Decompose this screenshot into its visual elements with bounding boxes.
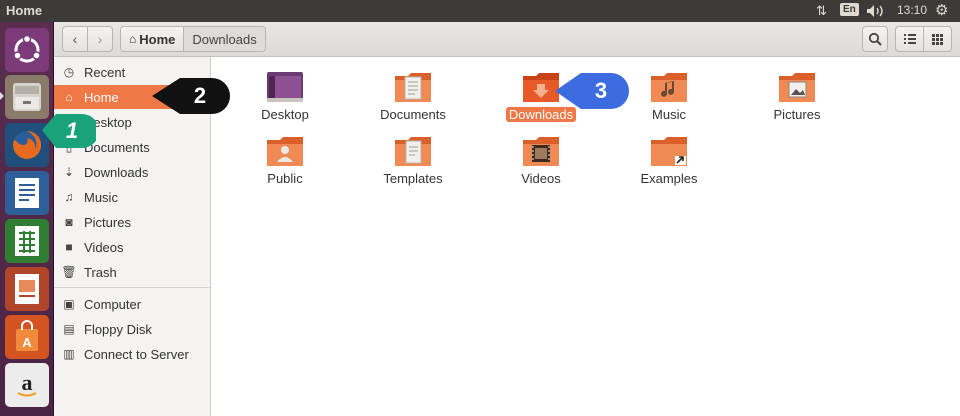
music-folder-icon	[651, 73, 687, 102]
public-folder-icon	[267, 137, 303, 166]
forward-button[interactable]: ›	[87, 26, 113, 52]
libreoffice-calc-icon[interactable]	[5, 219, 49, 263]
trash-icon: 🗑	[61, 265, 77, 279]
amazon-icon[interactable]: a	[5, 363, 49, 407]
sidebar-item-label: Downloads	[84, 164, 149, 180]
folder-label: Videos	[521, 171, 561, 186]
sidebar-item-label: Trash	[84, 264, 117, 280]
launcher: A a	[0, 22, 54, 416]
breadcrumb-downloads[interactable]: Downloads	[184, 27, 265, 51]
videos-folder-icon	[523, 137, 559, 166]
computer-icon: ▣	[63, 297, 75, 311]
home-icon: ⌂	[129, 32, 137, 46]
folder-label: Desktop	[261, 107, 309, 122]
sidebar-item-label: Videos	[84, 239, 124, 255]
breadcrumb-home-label: Home	[139, 31, 176, 47]
search-button[interactable]	[862, 26, 888, 52]
video-icon: ■	[65, 240, 73, 254]
folder-templates[interactable]: Templates	[358, 125, 468, 186]
sidebar-divider	[54, 287, 210, 288]
list-view-button[interactable]	[895, 26, 924, 52]
annotation-bubble-2: 2	[152, 76, 232, 116]
download-arrow-icon: ⇣	[63, 165, 75, 179]
back-button[interactable]: ‹	[62, 26, 88, 52]
window-title: Home	[6, 3, 43, 18]
svg-text:a: a	[22, 370, 33, 395]
templates-folder-icon	[395, 137, 431, 166]
home-icon: ⌂	[65, 90, 73, 104]
folder-public[interactable]: Public	[230, 125, 340, 186]
sidebar-item-label: Recent	[84, 64, 126, 80]
folder-pictures[interactable]: Pictures	[742, 61, 852, 122]
folder-videos[interactable]: Videos	[486, 125, 596, 186]
sidebar-item-floppy-disk[interactable]: ▤ Floppy Disk	[54, 317, 210, 341]
ubuntu-logo-icon[interactable]	[5, 28, 49, 72]
folder-documents[interactable]: Documents	[358, 61, 468, 122]
camera-icon: ◙	[65, 215, 73, 229]
sidebar-item-computer[interactable]: ▣ Computer	[54, 292, 210, 316]
pictures-folder-icon	[779, 73, 815, 102]
top-panel: Home ⇅ En 13:10 ⚙	[0, 0, 960, 22]
sidebar-item-music[interactable]: ♫ Music	[54, 185, 210, 209]
documents-folder-icon	[395, 73, 431, 102]
gear-icon[interactable]: ⚙	[935, 1, 948, 19]
folder-label: Pictures	[773, 107, 821, 122]
updown-arrows-icon[interactable]: ⇅	[816, 3, 827, 19]
chevron-right-icon: ›	[97, 31, 103, 47]
launcher-active-indicator	[0, 92, 4, 100]
clock-icon: ◷	[63, 65, 75, 79]
folder-label: Public	[267, 171, 303, 186]
sidebar-item-downloads[interactable]: ⇣ Downloads	[54, 160, 210, 184]
breadcrumb: ⌂ Home Downloads	[120, 26, 266, 52]
folder-label: Templates	[383, 171, 443, 186]
annotation-bubble-1: 1	[40, 110, 96, 152]
music-note-icon: ♫	[64, 190, 74, 204]
folder-label: Examples	[640, 171, 698, 186]
breadcrumb-home[interactable]: ⌂ Home	[121, 27, 185, 51]
sidebar-item-pictures[interactable]: ◙ Pictures	[54, 210, 210, 234]
sidebar-item-trash[interactable]: 🗑 Trash	[54, 260, 210, 284]
list-icon	[903, 34, 916, 44]
server-icon: ▥	[63, 347, 75, 361]
speaker-icon[interactable]	[866, 4, 886, 21]
search-icon	[868, 32, 882, 46]
folder-examples[interactable]: Examples	[614, 125, 724, 186]
sidebar-item-label: Computer	[84, 296, 142, 312]
sidebar-item-label: Floppy Disk	[84, 321, 152, 337]
grid-view-button[interactable]	[923, 26, 952, 52]
desktop-folder-icon	[267, 72, 303, 102]
keyboard-layout-indicator[interactable]: En	[840, 3, 859, 16]
folder-desktop[interactable]: Desktop	[230, 61, 340, 122]
libreoffice-impress-icon[interactable]	[5, 267, 49, 311]
chevron-left-icon: ‹	[72, 31, 78, 47]
floppy-icon: ▤	[63, 322, 75, 336]
shopping-bag-icon[interactable]: A	[5, 315, 49, 359]
annotation-bubble-3: 3	[555, 71, 631, 111]
sidebar-item-label: Connect to Server	[84, 346, 189, 362]
libreoffice-writer-icon[interactable]	[5, 171, 49, 215]
examples-folder-icon	[651, 137, 687, 166]
clock[interactable]: 13:10	[897, 3, 927, 17]
sidebar-item-connect-to-server[interactable]: ▥ Connect to Server	[54, 342, 210, 366]
svg-text:A: A	[22, 335, 32, 350]
header-bar: ‹ › ⌂ Home Downloads	[54, 22, 960, 57]
sidebar-item-label: Pictures	[84, 214, 131, 230]
grid-icon	[932, 33, 943, 45]
sidebar-item-label: Home	[84, 89, 119, 105]
folder-label: Documents	[380, 107, 446, 122]
sidebar-item-videos[interactable]: ■ Videos	[54, 235, 210, 259]
sidebar-item-label: Music	[84, 189, 118, 205]
